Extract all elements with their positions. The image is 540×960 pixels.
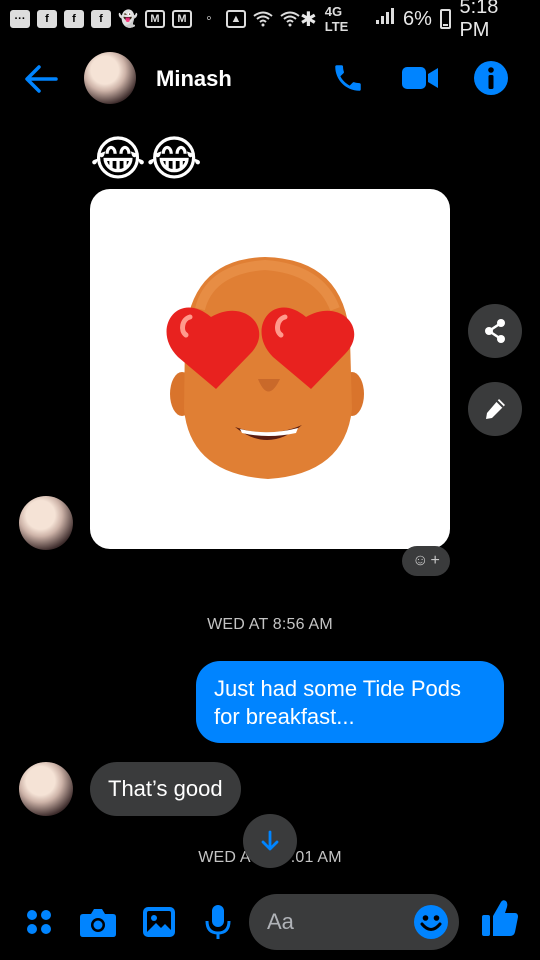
facebook-icon: f <box>64 10 84 28</box>
battery-icon <box>439 9 452 29</box>
voice-call-button[interactable] <box>328 58 368 98</box>
smiley-icon: ☺ <box>412 552 429 569</box>
edit-button[interactable] <box>468 382 522 436</box>
video-call-icon <box>402 67 438 89</box>
phone-icon <box>335 65 361 91</box>
timestamp-left: WED A <box>198 849 251 866</box>
arrow-down-icon <box>261 830 279 851</box>
bluetooth-icon: ✱ <box>300 8 317 31</box>
status-bar: ··· f f f 👻 M M ◦ ▲ ✱ 4G LTE 6% 5:18 PM <box>0 0 540 41</box>
sticker-message[interactable] <box>90 189 450 549</box>
email-icon: M <box>172 10 192 28</box>
timestamp: WED AT 8:56 AM <box>207 616 333 633</box>
more-icon: ··· <box>10 10 30 28</box>
sender-avatar[interactable] <box>19 496 73 550</box>
like-button[interactable] <box>480 898 520 938</box>
gallery-button[interactable] <box>139 902 179 942</box>
gallery-icon <box>143 907 175 937</box>
gmail-icon: M <box>145 10 165 28</box>
microphone-icon <box>205 905 231 939</box>
apps-button[interactable] <box>19 902 59 942</box>
wifi-icon <box>280 10 300 28</box>
memoji-heart-eyes-sticker <box>166 257 364 479</box>
emoji-icon <box>414 905 448 939</box>
incoming-message[interactable]: That’s good <box>90 762 241 816</box>
emoji-message[interactable]: 😂😂 <box>90 132 202 188</box>
battery-percent: 6% <box>402 7 432 30</box>
back-arrow-icon <box>25 65 58 93</box>
back-button[interactable] <box>22 62 60 96</box>
message-input[interactable] <box>267 894 417 950</box>
info-button[interactable] <box>471 58 511 98</box>
apps-icon <box>27 910 51 934</box>
wifi-icon <box>253 10 273 28</box>
message-composer <box>0 884 540 960</box>
image-icon: ▲ <box>226 10 246 28</box>
share-icon <box>485 319 505 343</box>
message-input-container <box>249 894 459 950</box>
video-call-button[interactable] <box>400 58 440 98</box>
camera-icon <box>80 909 116 937</box>
chat-icon: ◦ <box>206 10 212 27</box>
share-button[interactable] <box>468 304 522 358</box>
add-reaction-button[interactable]: ☺ + <box>402 546 450 576</box>
pencil-icon <box>486 399 505 419</box>
network-type: 4G LTE <box>324 4 349 34</box>
camera-button[interactable] <box>78 902 118 942</box>
like-icon <box>482 900 518 936</box>
system-status: ✱ 4G LTE 6% 5:18 PM <box>300 0 530 42</box>
plus-icon: + <box>430 552 440 569</box>
snapchat-icon: 👻 <box>118 11 138 28</box>
conversation-header: Minash <box>0 44 540 114</box>
info-icon <box>474 61 508 95</box>
signal-icon <box>375 7 395 31</box>
facebook-icon: f <box>37 10 57 28</box>
facebook-icon: f <box>91 10 111 28</box>
clock: 5:18 PM <box>459 0 499 41</box>
sender-avatar[interactable] <box>19 762 73 816</box>
scroll-to-bottom-button[interactable] <box>243 814 297 868</box>
outgoing-message[interactable]: Just had some Tide Pods for breakfast... <box>196 661 504 743</box>
emoji-button[interactable] <box>413 904 449 940</box>
timestamp-right: .01 AM <box>290 849 342 866</box>
notification-icons: ··· f f f 👻 M M ◦ ▲ <box>10 10 300 28</box>
contact-avatar[interactable] <box>84 52 136 104</box>
contact-name[interactable]: Minash <box>156 66 232 92</box>
voice-message-button[interactable] <box>198 902 238 942</box>
